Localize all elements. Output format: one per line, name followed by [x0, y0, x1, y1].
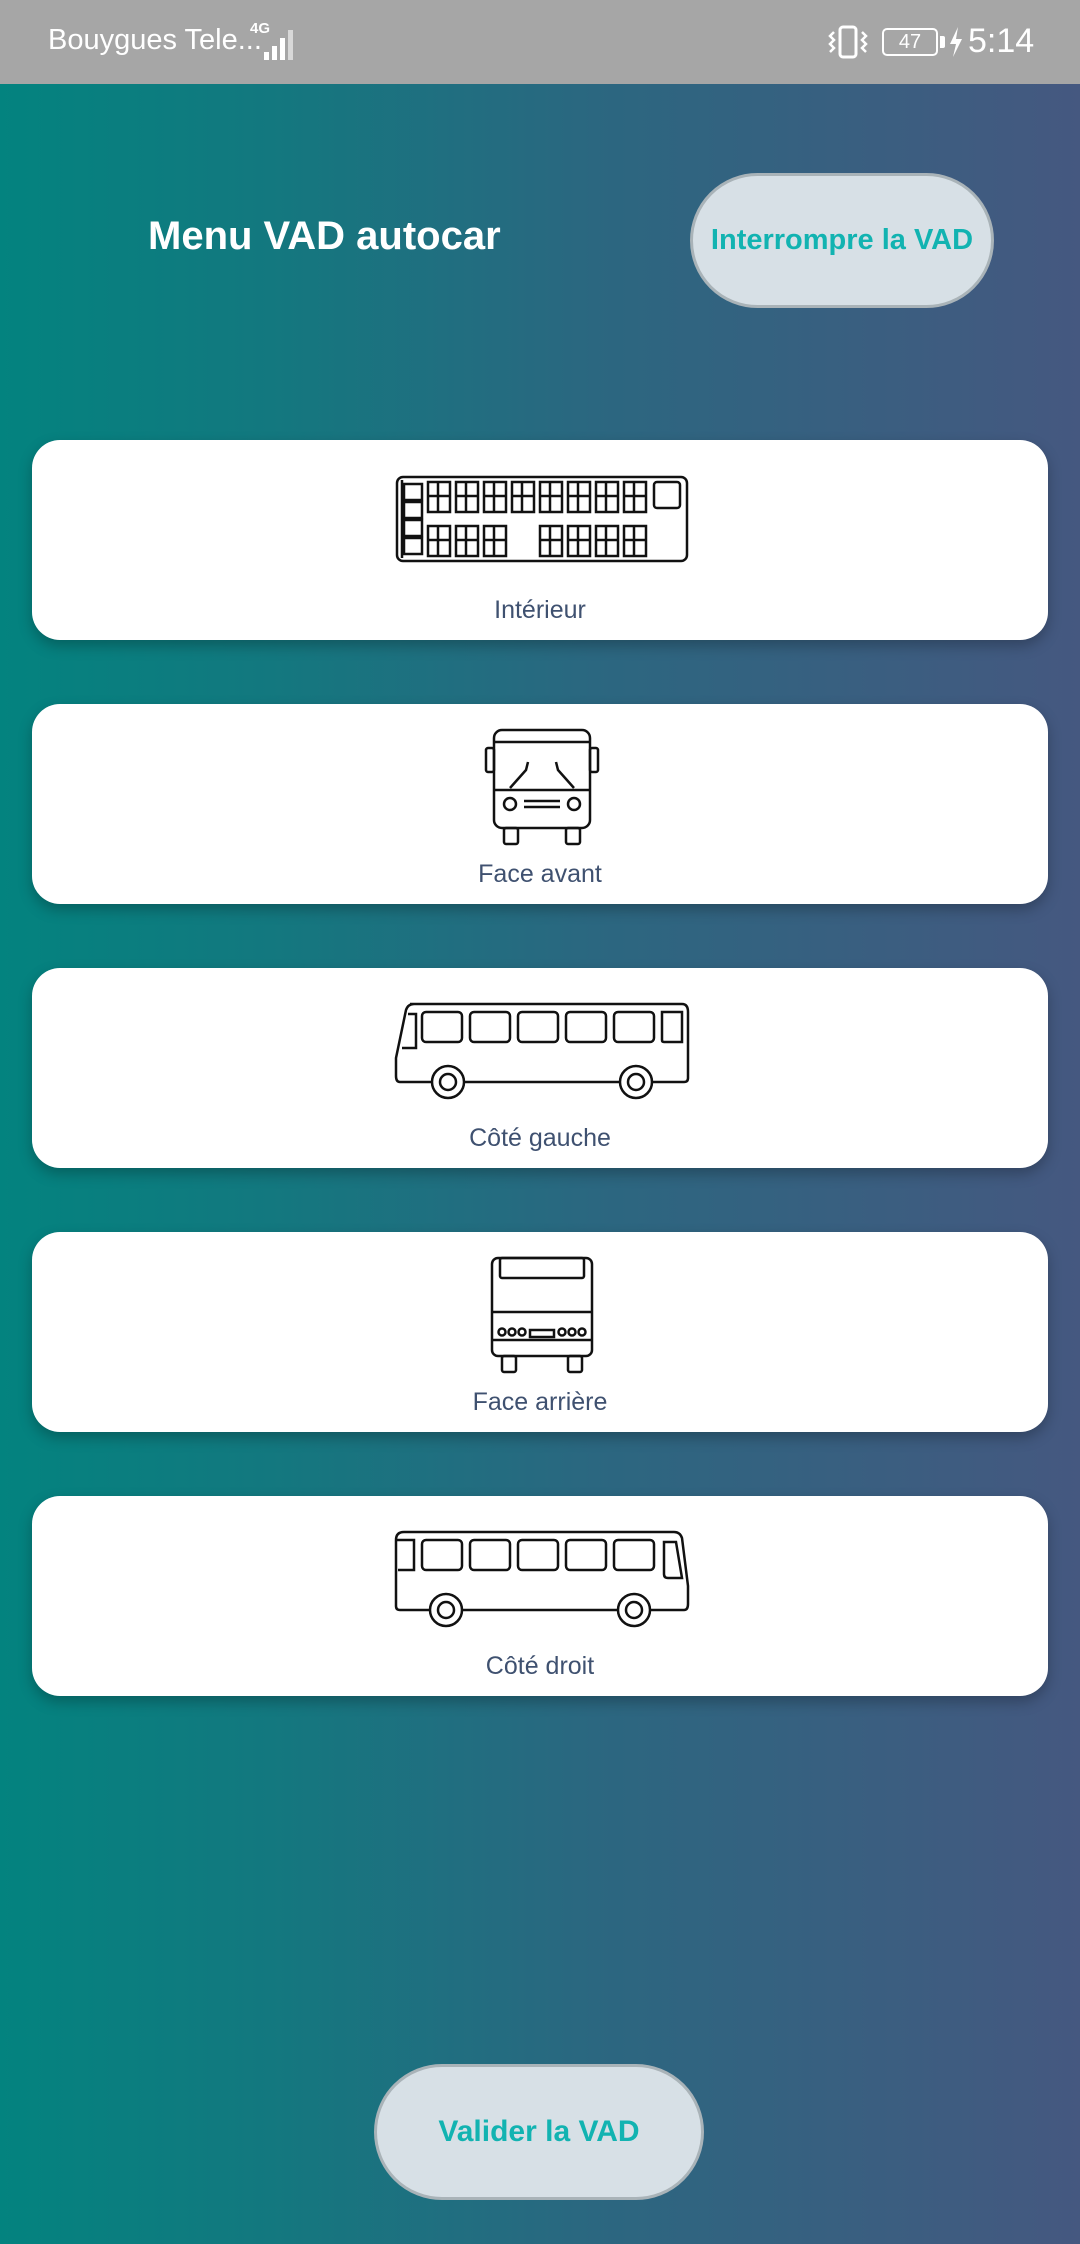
menu-card-label: Face arrière — [472, 1388, 608, 1416]
bus-right-side-icon — [394, 1530, 690, 1628]
stop-vad-button[interactable]: Interrompre la VAD — [690, 173, 994, 308]
menu-card-right-side[interactable]: Côté droit — [32, 1496, 1048, 1696]
vibrate-icon — [828, 25, 868, 59]
clock: 5:14 — [968, 22, 1035, 60]
menu-card-label: Côté droit — [485, 1652, 595, 1680]
battery-tip — [940, 36, 945, 48]
status-bar: Bouygues Tele... 4G 47 5:14 — [0, 0, 1080, 84]
bus-interior-icon — [395, 475, 689, 563]
bus-front-icon — [484, 728, 600, 846]
menu-card-label: Intérieur — [494, 596, 586, 624]
menu-card-rear[interactable]: Face arrière — [32, 1232, 1048, 1432]
bus-rear-icon — [490, 1256, 594, 1374]
page-title: Menu VAD autocar — [148, 214, 501, 258]
menu-card-interior[interactable]: Intérieur — [32, 440, 1048, 640]
carrier-name: Bouygues Tele... — [48, 24, 262, 56]
bus-left-side-icon — [394, 1002, 690, 1100]
menu-card-front[interactable]: Face avant — [32, 704, 1048, 904]
signal-icon — [264, 30, 293, 60]
menu-card-left-side[interactable]: Côté gauche — [32, 968, 1048, 1168]
menu-card-label: Face avant — [478, 860, 602, 888]
battery-level: 47 — [898, 31, 922, 53]
validate-vad-button[interactable]: Valider la VAD — [374, 2064, 704, 2200]
menu-card-label: Côté gauche — [469, 1124, 611, 1152]
battery-icon: 47 — [882, 28, 938, 56]
charging-icon — [950, 27, 962, 57]
